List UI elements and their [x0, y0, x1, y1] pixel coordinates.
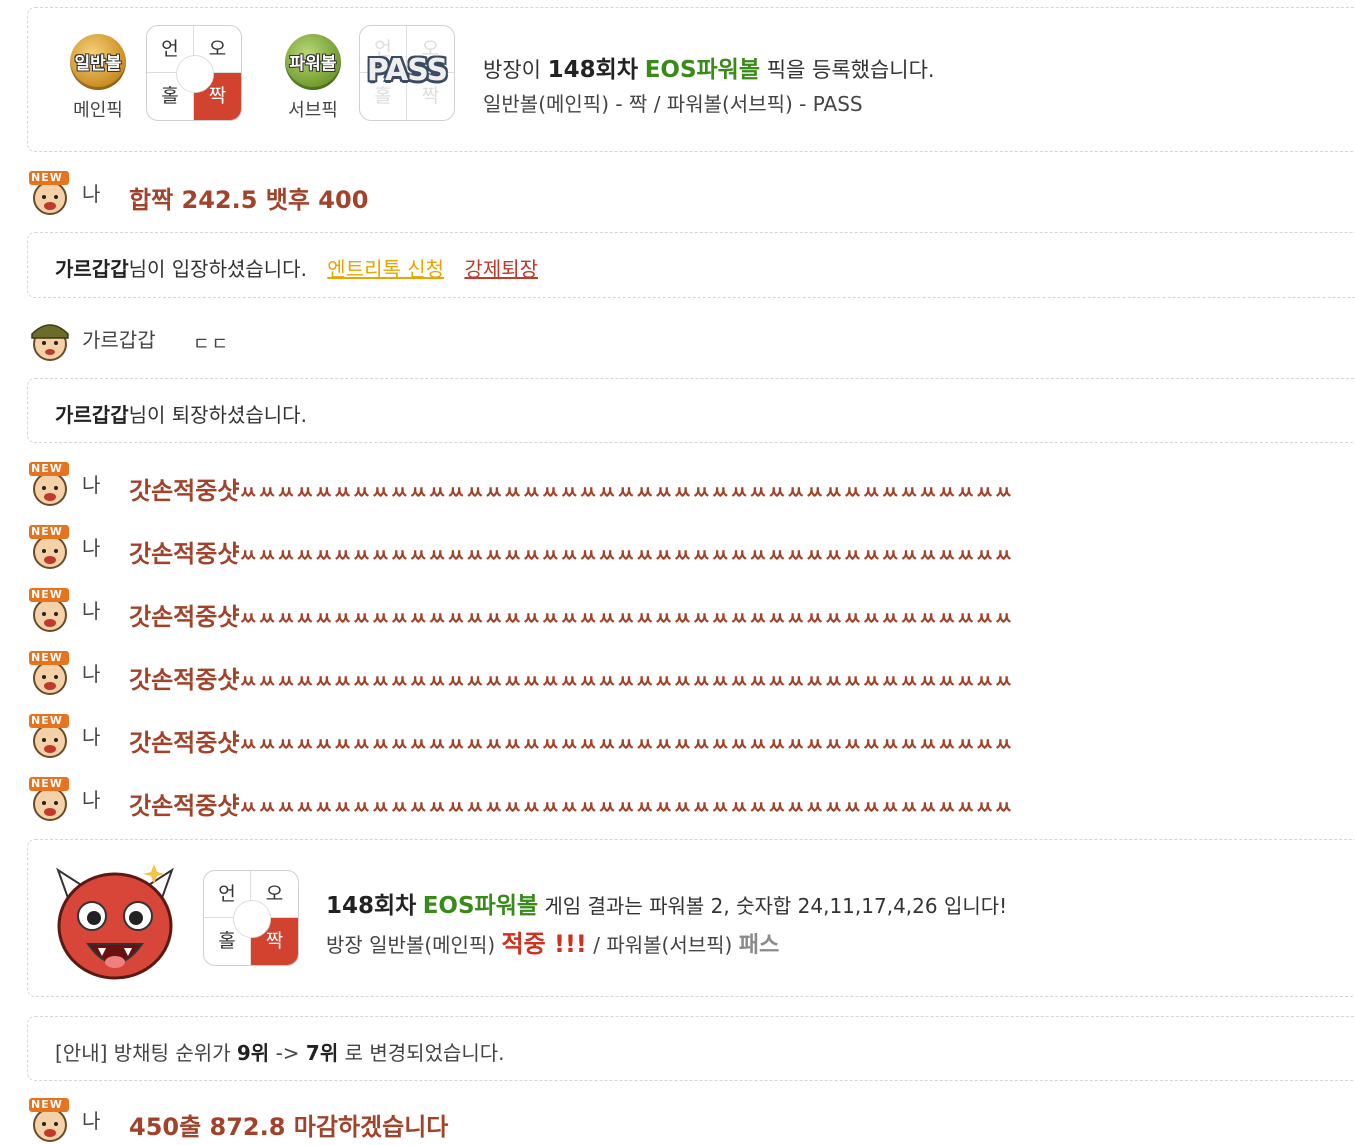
chat-nick[interactable]: 나	[82, 658, 100, 687]
sub-pick-grid: 언 오 홀 짝 PASS	[359, 25, 455, 121]
new-badge: NEW	[31, 1098, 63, 1111]
enter-line: 가르갑갑님이 입장하셨습니다. 엔트리톡 신청 강제퇴장	[55, 253, 538, 282]
new-badge: NEW	[31, 714, 63, 727]
result-grid: 언 오 홀 짝	[203, 870, 299, 966]
force-kick-link[interactable]: 강제퇴장	[464, 257, 538, 281]
devil-emoticon-icon	[56, 864, 174, 980]
new-badge: NEW	[31, 171, 63, 184]
chat-nick[interactable]: 나	[82, 595, 100, 624]
result-mid: / 파워볼(서브픽)	[593, 933, 733, 957]
pick-notice-box: 일반볼 메인픽 언 오 홀 짝 파워볼 서브픽 언 오 홀 짝 PASS 방장이…	[27, 7, 1355, 152]
chat-message: 갓손적중샷ㅆㅆㅆㅆㅆㅆㅆㅆㅆㅆㅆㅆㅆㅆㅆㅆㅆㅆㅆㅆㅆㅆㅆㅆㅆㅆㅆㅆㅆㅆㅆㅆㅆㅆㅆ…	[129, 597, 1014, 632]
chat-message: 합짝 242.5 뱃후 400	[129, 186, 369, 214]
chat-row: NEW 나 합짝 242.5 뱃후 400	[27, 170, 1347, 218]
entry-talk-request-link[interactable]: 엔트리톡 신청	[327, 257, 444, 281]
result-prefix: 방장 일반볼(메인픽)	[326, 933, 496, 957]
pick-round: 148회차	[547, 57, 638, 83]
chat-message-tail: ㅆㅆㅆㅆㅆㅆㅆㅆㅆㅆㅆㅆㅆㅆㅆㅆㅆㅆㅆㅆㅆㅆㅆㅆㅆㅆㅆㅆㅆㅆㅆㅆㅆㅆㅆㅆㅆㅆㅆㅆ…	[239, 545, 1014, 567]
result-hit: 적중 !!!	[501, 930, 587, 958]
chat-nick[interactable]: 가르갑갑	[82, 324, 156, 353]
chat-message: 갓손적중샷ㅆㅆㅆㅆㅆㅆㅆㅆㅆㅆㅆㅆㅆㅆㅆㅆㅆㅆㅆㅆㅆㅆㅆㅆㅆㅆㅆㅆㅆㅆㅆㅆㅆㅆㅆ…	[129, 723, 1014, 758]
rank-to: 7위	[305, 1041, 339, 1065]
chat-message-text: 갓손적중샷	[129, 792, 240, 820]
enter-user[interactable]: 가르갑갑	[55, 257, 129, 281]
enter-text: 님이 입장하셨습니다.	[128, 257, 307, 281]
main-ball-label: 일반볼	[74, 54, 122, 74]
main-pick-grid: 언 오 홀 짝	[146, 25, 242, 121]
chat-message-tail: ㅆㅆㅆㅆㅆㅆㅆㅆㅆㅆㅆㅆㅆㅆㅆㅆㅆㅆㅆㅆㅆㅆㅆㅆㅆㅆㅆㅆㅆㅆㅆㅆㅆㅆㅆㅆㅆㅆㅆㅆ…	[239, 608, 1014, 630]
enter-notice-box: 가르갑갑님이 입장하셨습니다. 엔트리톡 신청 강제퇴장	[27, 232, 1355, 298]
chat-message: 갓손적중샷ㅆㅆㅆㅆㅆㅆㅆㅆㅆㅆㅆㅆㅆㅆㅆㅆㅆㅆㅆㅆㅆㅆㅆㅆㅆㅆㅆㅆㅆㅆㅆㅆㅆㅆㅆ…	[129, 534, 1014, 569]
chat-message: ㄷㄷ	[193, 334, 231, 355]
result-line1: 148회차 EOS파워볼 게임 결과는 파워볼 2, 숫자합 24,11,17,…	[326, 886, 1007, 920]
chat-nick[interactable]: 나	[82, 532, 100, 561]
chat-message-tail: ㅆㅆㅆㅆㅆㅆㅆㅆㅆㅆㅆㅆㅆㅆㅆㅆㅆㅆㅆㅆㅆㅆㅆㅆㅆㅆㅆㅆㅆㅆㅆㅆㅆㅆㅆㅆㅆㅆㅆㅆ…	[239, 734, 1014, 756]
chat-message-text: 갓손적중샷	[129, 603, 240, 631]
new-badge: NEW	[31, 777, 63, 790]
leave-text: 님이 퇴장하셨습니다.	[128, 403, 307, 427]
rank-prefix: [안내] 방채팅 순위가	[55, 1041, 231, 1065]
new-badge: NEW	[31, 462, 63, 475]
chat-message-tail: ㅆㅆㅆㅆㅆㅆㅆㅆㅆㅆㅆㅆㅆㅆㅆㅆㅆㅆㅆㅆㅆㅆㅆㅆㅆㅆㅆㅆㅆㅆㅆㅆㅆㅆㅆㅆㅆㅆㅆㅆ…	[239, 482, 1014, 504]
sub-ball-label: 파워볼	[289, 54, 337, 74]
chat-message-text: 갓손적중샷	[129, 729, 240, 757]
chat-row: NEW 나 450출 872.8 마감하겠습니다	[27, 1097, 1347, 1145]
rank-suffix: 로 변경되었습니다.	[344, 1041, 505, 1065]
result-game: EOS파워볼	[422, 893, 539, 919]
rank-line: [안내] 방채팅 순위가 9위 -> 7위 로 변경되었습니다.	[55, 1037, 505, 1066]
sub-pick-caption: 서브픽	[288, 100, 338, 121]
new-badge: NEW	[31, 525, 63, 538]
new-badge: NEW	[31, 651, 63, 664]
chat-row: 가르갑갑 ㄷㄷ	[27, 316, 1347, 364]
pick-suffix: 픽을 등록했습니다.	[766, 58, 935, 82]
chat-nick[interactable]: 나	[82, 721, 100, 750]
rank-notice-box: [안내] 방채팅 순위가 9위 -> 7위 로 변경되었습니다.	[27, 1016, 1355, 1081]
grid-center	[233, 900, 271, 938]
user-avatar-icon	[31, 324, 69, 361]
chat-row: NEW 나 갓손적중샷ㅆㅆㅆㅆㅆㅆㅆㅆㅆㅆㅆㅆㅆㅆㅆㅆㅆㅆㅆㅆㅆㅆㅆㅆㅆㅆㅆㅆㅆㅆㅆ…	[27, 650, 1347, 698]
chat-nick[interactable]: 나	[82, 1105, 100, 1134]
chat-message: 갓손적중샷ㅆㅆㅆㅆㅆㅆㅆㅆㅆㅆㅆㅆㅆㅆㅆㅆㅆㅆㅆㅆㅆㅆㅆㅆㅆㅆㅆㅆㅆㅆㅆㅆㅆㅆㅆ…	[129, 786, 1014, 821]
rank-arrow: ->	[275, 1041, 300, 1065]
main-pick-caption: 메인픽	[73, 100, 123, 121]
new-badge: NEW	[31, 588, 63, 601]
chat-message: 갓손적중샷ㅆㅆㅆㅆㅆㅆㅆㅆㅆㅆㅆㅆㅆㅆㅆㅆㅆㅆㅆㅆㅆㅆㅆㅆㅆㅆㅆㅆㅆㅆㅆㅆㅆㅆㅆ…	[129, 660, 1014, 695]
leave-line: 가르갑갑님이 퇴장하셨습니다.	[55, 399, 307, 428]
pick-game: EOS파워볼	[644, 57, 760, 83]
chat-message: 갓손적중샷ㅆㅆㅆㅆㅆㅆㅆㅆㅆㅆㅆㅆㅆㅆㅆㅆㅆㅆㅆㅆㅆㅆㅆㅆㅆㅆㅆㅆㅆㅆㅆㅆㅆㅆㅆ…	[129, 471, 1014, 506]
main-ball-icon: 일반볼	[70, 34, 126, 90]
chat-message-tail: ㅆㅆㅆㅆㅆㅆㅆㅆㅆㅆㅆㅆㅆㅆㅆㅆㅆㅆㅆㅆㅆㅆㅆㅆㅆㅆㅆㅆㅆㅆㅆㅆㅆㅆㅆㅆㅆㅆㅆㅆ…	[239, 797, 1014, 819]
result-pass: 패스	[738, 933, 780, 958]
sub-ball-icon: 파워볼	[285, 34, 341, 90]
pick-line1: 방장이 148회차 EOS파워볼 픽을 등록했습니다.	[483, 50, 935, 84]
chat-row: NEW 나 갓손적중샷ㅆㅆㅆㅆㅆㅆㅆㅆㅆㅆㅆㅆㅆㅆㅆㅆㅆㅆㅆㅆㅆㅆㅆㅆㅆㅆㅆㅆㅆㅆㅆ…	[27, 461, 1347, 509]
result-round: 148회차	[326, 893, 417, 919]
chat-message-tail: ㅆㅆㅆㅆㅆㅆㅆㅆㅆㅆㅆㅆㅆㅆㅆㅆㅆㅆㅆㅆㅆㅆㅆㅆㅆㅆㅆㅆㅆㅆㅆㅆㅆㅆㅆㅆㅆㅆㅆㅆ…	[239, 671, 1014, 693]
pass-stamp: PASS	[366, 53, 448, 88]
result-line2: 방장 일반볼(메인픽) 적중 !!! / 파워볼(서브픽) 패스	[326, 924, 779, 959]
leave-notice-box: 가르갑갑님이 퇴장하셨습니다.	[27, 378, 1355, 443]
result-notice-box: 언 오 홀 짝 148회차 EOS파워볼 게임 결과는 파워볼 2, 숫자합 2…	[27, 839, 1355, 997]
chat-message: 450출 872.8 마감하겠습니다	[129, 1113, 449, 1141]
chat-row: NEW 나 갓손적중샷ㅆㅆㅆㅆㅆㅆㅆㅆㅆㅆㅆㅆㅆㅆㅆㅆㅆㅆㅆㅆㅆㅆㅆㅆㅆㅆㅆㅆㅆㅆㅆ…	[27, 713, 1347, 761]
chat-message-text: 갓손적중샷	[129, 666, 240, 694]
chat-row: NEW 나 갓손적중샷ㅆㅆㅆㅆㅆㅆㅆㅆㅆㅆㅆㅆㅆㅆㅆㅆㅆㅆㅆㅆㅆㅆㅆㅆㅆㅆㅆㅆㅆㅆㅆ…	[27, 524, 1347, 572]
chat-message-text: 갓손적중샷	[129, 477, 240, 505]
rank-from: 9위	[236, 1041, 270, 1065]
grid-center	[176, 55, 214, 93]
leave-user[interactable]: 가르갑갑	[55, 403, 129, 427]
chat-row: NEW 나 갓손적중샷ㅆㅆㅆㅆㅆㅆㅆㅆㅆㅆㅆㅆㅆㅆㅆㅆㅆㅆㅆㅆㅆㅆㅆㅆㅆㅆㅆㅆㅆㅆㅆ…	[27, 776, 1347, 824]
chat-nick[interactable]: 나	[82, 784, 100, 813]
chat-nick[interactable]: 나	[82, 178, 100, 207]
result-suffix: 게임 결과는 파워볼 2, 숫자합 24,11,17,4,26 입니다!	[544, 894, 1008, 918]
chat-nick[interactable]: 나	[82, 469, 100, 498]
pick-line2: 일반볼(메인픽) - 짝 / 파워볼(서브픽) - PASS	[483, 92, 863, 116]
chat-message-text: 갓손적중샷	[129, 540, 240, 568]
pick-prefix: 방장이	[483, 58, 541, 82]
chat-row: NEW 나 갓손적중샷ㅆㅆㅆㅆㅆㅆㅆㅆㅆㅆㅆㅆㅆㅆㅆㅆㅆㅆㅆㅆㅆㅆㅆㅆㅆㅆㅆㅆㅆㅆㅆ…	[27, 587, 1347, 635]
